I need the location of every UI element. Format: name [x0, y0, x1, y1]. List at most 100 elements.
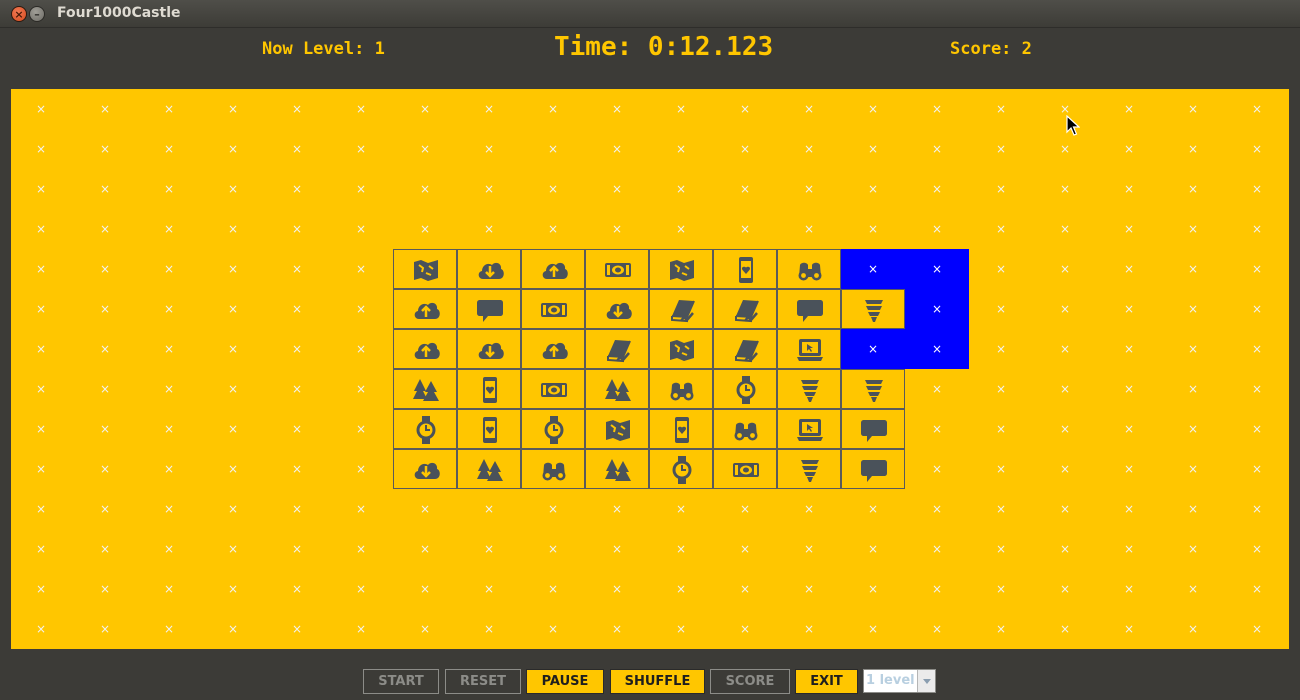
empty-cell[interactable]: × — [969, 489, 1033, 529]
empty-cell[interactable]: × — [1161, 89, 1225, 129]
empty-cell[interactable]: × — [585, 209, 649, 249]
empty-cell[interactable]: × — [1097, 129, 1161, 169]
board-tile[interactable] — [457, 289, 521, 329]
board-tile[interactable] — [841, 369, 905, 409]
empty-cell[interactable]: × — [777, 529, 841, 569]
empty-cell[interactable]: × — [905, 369, 969, 409]
empty-cell[interactable]: × — [1097, 209, 1161, 249]
board-tile[interactable] — [649, 249, 713, 289]
board-tile[interactable] — [649, 449, 713, 489]
empty-cell[interactable]: × — [1033, 129, 1097, 169]
empty-cell[interactable]: × — [1033, 609, 1097, 649]
board-tile[interactable] — [713, 249, 777, 289]
empty-cell[interactable]: × — [73, 569, 137, 609]
board-tile[interactable] — [521, 409, 585, 449]
board-tile[interactable] — [457, 249, 521, 289]
empty-cell[interactable]: × — [1033, 169, 1097, 209]
empty-cell[interactable]: × — [9, 249, 73, 289]
empty-cell[interactable]: × — [393, 129, 457, 169]
empty-cell[interactable]: × — [201, 209, 265, 249]
empty-cell[interactable]: × — [1033, 369, 1097, 409]
empty-cell[interactable]: × — [1161, 529, 1225, 569]
board-tile[interactable] — [393, 409, 457, 449]
empty-cell[interactable]: × — [585, 169, 649, 209]
empty-cell[interactable]: × — [777, 89, 841, 129]
empty-cell[interactable]: × — [905, 129, 969, 169]
empty-cell[interactable]: × — [137, 609, 201, 649]
empty-cell[interactable]: × — [1161, 409, 1225, 449]
empty-cell[interactable]: × — [265, 569, 329, 609]
empty-cell[interactable]: × — [713, 169, 777, 209]
empty-cell[interactable]: × — [457, 209, 521, 249]
empty-cell[interactable]: × — [969, 169, 1033, 209]
empty-cell[interactable]: × — [841, 569, 905, 609]
board-tile[interactable] — [393, 449, 457, 489]
board-tile[interactable] — [649, 329, 713, 369]
shuffle-button[interactable]: SHUFFLE — [610, 669, 705, 694]
empty-cell[interactable]: × — [969, 129, 1033, 169]
empty-cell[interactable]: × — [905, 449, 969, 489]
empty-cell[interactable]: × — [905, 569, 969, 609]
empty-cell[interactable]: × — [1033, 569, 1097, 609]
empty-cell[interactable]: × — [137, 449, 201, 489]
level-select[interactable]: 1 level — [863, 669, 936, 693]
empty-cell[interactable]: × — [1097, 609, 1161, 649]
empty-cell[interactable]: × — [457, 489, 521, 529]
empty-cell[interactable]: × — [649, 209, 713, 249]
empty-cell[interactable]: × — [137, 249, 201, 289]
empty-cell[interactable]: × — [585, 489, 649, 529]
empty-cell[interactable]: × — [841, 169, 905, 209]
empty-cell[interactable]: × — [9, 89, 73, 129]
empty-cell[interactable]: × — [73, 249, 137, 289]
empty-cell[interactable]: × — [521, 89, 585, 129]
empty-cell[interactable]: × — [137, 489, 201, 529]
empty-cell[interactable]: × — [265, 289, 329, 329]
empty-cell[interactable]: × — [265, 329, 329, 369]
empty-cell[interactable]: × — [265, 609, 329, 649]
empty-cell[interactable]: × — [521, 609, 585, 649]
board-tile[interactable] — [777, 409, 841, 449]
empty-cell[interactable]: × — [73, 449, 137, 489]
empty-cell[interactable]: × — [649, 569, 713, 609]
empty-cell[interactable]: × — [329, 89, 393, 129]
empty-cell[interactable]: × — [649, 89, 713, 129]
empty-cell[interactable]: × — [1161, 329, 1225, 369]
empty-cell[interactable]: × — [585, 529, 649, 569]
empty-cell[interactable]: × — [265, 89, 329, 129]
empty-cell[interactable]: × — [329, 129, 393, 169]
empty-cell[interactable]: × — [841, 209, 905, 249]
exit-button[interactable]: EXIT — [795, 669, 858, 694]
board-tile[interactable] — [585, 249, 649, 289]
empty-cell[interactable]: × — [649, 609, 713, 649]
board-tile[interactable] — [777, 249, 841, 289]
empty-cell[interactable]: × — [329, 209, 393, 249]
empty-cell[interactable]: × — [73, 169, 137, 209]
empty-cell[interactable]: × — [969, 369, 1033, 409]
board-tile[interactable] — [393, 289, 457, 329]
empty-cell[interactable]: × — [777, 169, 841, 209]
empty-cell[interactable]: × — [841, 89, 905, 129]
empty-cell[interactable]: × — [9, 489, 73, 529]
empty-cell[interactable]: × — [1161, 569, 1225, 609]
empty-cell[interactable]: × — [265, 129, 329, 169]
empty-cell[interactable]: × — [265, 249, 329, 289]
empty-cell[interactable]: × — [1097, 569, 1161, 609]
empty-cell[interactable]: × — [201, 609, 265, 649]
empty-cell[interactable]: × — [73, 369, 137, 409]
empty-cell[interactable]: × — [329, 169, 393, 209]
empty-cell[interactable]: × — [777, 569, 841, 609]
empty-cell[interactable]: × — [1097, 369, 1161, 409]
empty-cell[interactable]: × — [329, 449, 393, 489]
empty-cell[interactable]: × — [841, 489, 905, 529]
empty-cell[interactable]: × — [585, 129, 649, 169]
start-button[interactable]: START — [363, 669, 439, 694]
empty-cell[interactable]: × — [393, 209, 457, 249]
empty-cell[interactable]: × — [585, 609, 649, 649]
empty-cell[interactable]: × — [1225, 329, 1289, 369]
empty-cell[interactable]: × — [393, 569, 457, 609]
empty-cell[interactable]: × — [9, 369, 73, 409]
empty-cell[interactable]: × — [457, 529, 521, 569]
empty-cell[interactable]: × — [905, 409, 969, 449]
empty-cell[interactable]: × — [1161, 169, 1225, 209]
empty-cell[interactable]: × — [1161, 249, 1225, 289]
